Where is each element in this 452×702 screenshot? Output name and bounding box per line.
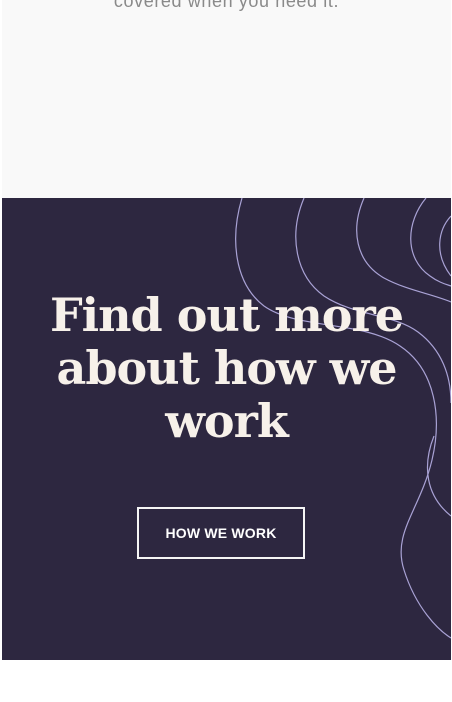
contour-line-6 (439, 215, 451, 277)
contour-line-5 (410, 198, 451, 287)
intro-section: covered when you need it. (2, 0, 451, 198)
intro-text: covered when you need it. (113, 0, 340, 11)
cta-section: Find out more about how we work HOW WE W… (2, 198, 451, 660)
contour-line-4 (356, 198, 451, 303)
how-we-work-button-label: HOW WE WORK (165, 525, 277, 541)
how-we-work-button[interactable]: HOW WE WORK (137, 507, 305, 559)
cta-heading: Find out more about how we work (49, 288, 404, 448)
contour-line-3 (427, 435, 451, 517)
